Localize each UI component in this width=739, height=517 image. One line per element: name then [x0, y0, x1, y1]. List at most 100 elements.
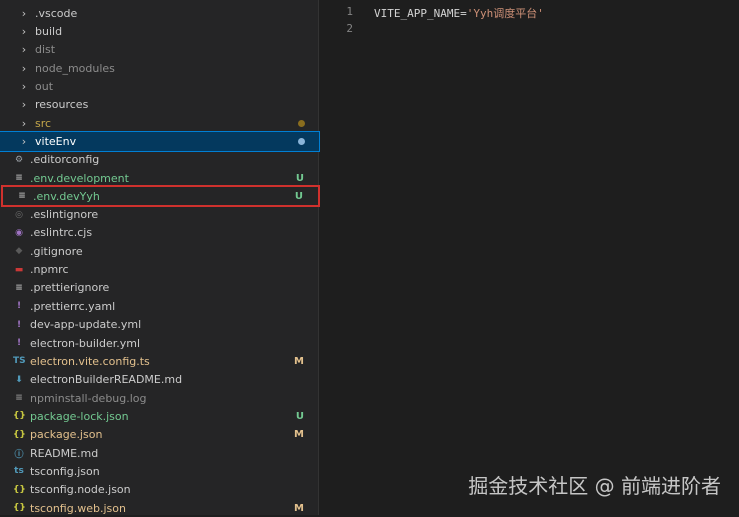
file-lines-icon: ≡ [15, 173, 23, 184]
file-item[interactable]: TS electron.vite.config.ts M [0, 352, 319, 370]
line-number: 1 [346, 5, 353, 18]
file-item[interactable]: ≡ .env.devYyh U [1, 185, 320, 208]
yaml-icon: ! [16, 301, 22, 312]
git-status-badge: U [295, 172, 304, 184]
yaml-icon: ! [16, 338, 22, 349]
file-lines-icon: ≡ [18, 191, 26, 202]
item-label: dev-app-update.yml [30, 318, 142, 332]
eslint-icon: ◉ [15, 227, 23, 238]
line-number: 2 [346, 22, 353, 35]
folder-item[interactable]: › .vscode [0, 4, 319, 22]
item-label: npminstall-debug.log [30, 391, 147, 405]
code-editor[interactable]: 1 VITE_APP_NAME='Yyh调度平台' 2 [320, 0, 739, 515]
file-item[interactable]: ts tsconfig.json [0, 462, 319, 480]
file-item[interactable]: {} tsconfig.web.json M [0, 499, 319, 517]
status-dot [298, 138, 305, 146]
chevron-right-icon[interactable]: › [18, 7, 30, 20]
chevron-right-icon[interactable]: › [18, 43, 30, 56]
git-status-badge: M [294, 429, 304, 441]
chevron-right-icon[interactable]: › [18, 25, 30, 38]
file-item[interactable]: ≡ npminstall-debug.log [0, 389, 319, 407]
item-label: electron-builder.yml [30, 336, 141, 350]
item-label: .gitignore [30, 244, 83, 258]
code-line[interactable]: VITE_APP_NAME='Yyh调度平台' [374, 5, 544, 21]
file-item[interactable]: ⓘ README.md [0, 444, 319, 462]
file-tree: › .vscode › build › dist › node_modules › out › res… [0, 4, 320, 517]
item-label: .prettierrc.yaml [30, 299, 116, 313]
info-icon: ⓘ [14, 449, 24, 460]
folder-item[interactable]: › node_modules [0, 59, 319, 77]
git-status-badge: M [294, 502, 304, 514]
item-label: .npmrc [30, 263, 69, 277]
git-status-badge: U [294, 190, 303, 202]
file-item[interactable]: ! .prettierrc.yaml [0, 297, 319, 315]
chevron-right-icon[interactable]: › [18, 80, 30, 93]
item-label: out [35, 80, 54, 94]
folder-item[interactable]: › dist [0, 41, 319, 59]
item-label: electron.vite.config.ts [30, 354, 150, 368]
yaml-icon: ! [16, 319, 22, 330]
file-item[interactable]: ! dev-app-update.yml [0, 316, 319, 334]
file-lines-icon: ≡ [15, 282, 23, 293]
env-value: 'Yyh调度平台' [466, 7, 544, 20]
status-dot [298, 119, 305, 127]
item-label: package.json [30, 428, 103, 442]
file-item[interactable]: ⚙ .editorconfig [0, 151, 319, 169]
json-icon: {} [13, 411, 26, 422]
item-label: .env.devYyh [33, 189, 100, 203]
file-item[interactable]: ≡ .prettierignore [0, 279, 319, 297]
item-label: electronBuilderREADME.md [30, 373, 183, 387]
item-label: .env.development [30, 171, 129, 185]
json-icon: {} [13, 429, 26, 440]
file-item[interactable]: ◉ .eslintrc.cjs [0, 224, 319, 242]
npm-icon: ▬ [14, 264, 24, 275]
chevron-right-icon[interactable]: › [18, 135, 30, 148]
file-item[interactable]: {} tsconfig.node.json [0, 481, 319, 499]
item-label: dist [35, 43, 56, 57]
item-label: .editorconfig [30, 153, 100, 167]
item-label: tsconfig.json [30, 464, 100, 478]
tsconfig-icon: ts [14, 466, 24, 477]
item-label: tsconfig.web.json [30, 501, 126, 515]
env-key: VITE_APP_NAME= [374, 7, 467, 20]
item-label: node_modules [35, 61, 115, 75]
item-label: src [35, 116, 52, 130]
eslint-icon: ◎ [15, 209, 23, 220]
file-item[interactable]: ⬇ electronBuilderREADME.md [0, 371, 319, 389]
folder-item[interactable]: › resources [0, 96, 319, 114]
file-item[interactable]: ▬ .npmrc [0, 260, 319, 278]
item-label: tsconfig.node.json [30, 483, 131, 497]
item-label: .prettierignore [30, 281, 110, 295]
folder-item[interactable]: › build [0, 22, 319, 40]
file-lines-icon: ≡ [15, 393, 23, 404]
file-item[interactable]: ◆ .gitignore [0, 242, 319, 260]
item-label: .eslintrc.cjs [30, 226, 93, 240]
chevron-right-icon[interactable]: › [18, 98, 30, 111]
file-item[interactable]: ! electron-builder.yml [0, 334, 319, 352]
typescript-icon: TS [13, 356, 26, 367]
folder-item[interactable]: › src [0, 114, 319, 132]
chevron-right-icon[interactable]: › [18, 117, 30, 130]
item-label: package-lock.json [30, 409, 129, 423]
git-status-badge: U [295, 410, 304, 422]
watermark: 掘金技术社区 @ 前端进阶者 [468, 474, 721, 498]
item-label: viteEnv [35, 135, 77, 149]
file-item[interactable]: ◎ .eslintignore [0, 205, 319, 223]
file-item[interactable]: {} package.json M [0, 426, 319, 444]
explorer-sidebar: › .vscode › build › dist › node_modules › out › res… [0, 0, 320, 517]
git-icon: ◆ [15, 246, 23, 257]
folder-item[interactable]: › out [0, 77, 319, 95]
gear-icon: ⚙ [14, 154, 24, 165]
folder-item[interactable]: › viteEnv [0, 131, 320, 152]
item-label: .vscode [35, 6, 78, 20]
item-label: resources [35, 98, 89, 112]
git-status-badge: M [294, 355, 304, 367]
json-icon: {} [13, 503, 26, 514]
markdown-icon: ⬇ [15, 374, 23, 385]
json-icon: {} [13, 484, 26, 495]
item-label: .eslintignore [30, 208, 99, 222]
item-label: build [35, 25, 63, 39]
chevron-right-icon[interactable]: › [18, 62, 30, 75]
file-item[interactable]: ≡ .env.development U [0, 169, 319, 187]
file-item[interactable]: {} package-lock.json U [0, 407, 319, 425]
